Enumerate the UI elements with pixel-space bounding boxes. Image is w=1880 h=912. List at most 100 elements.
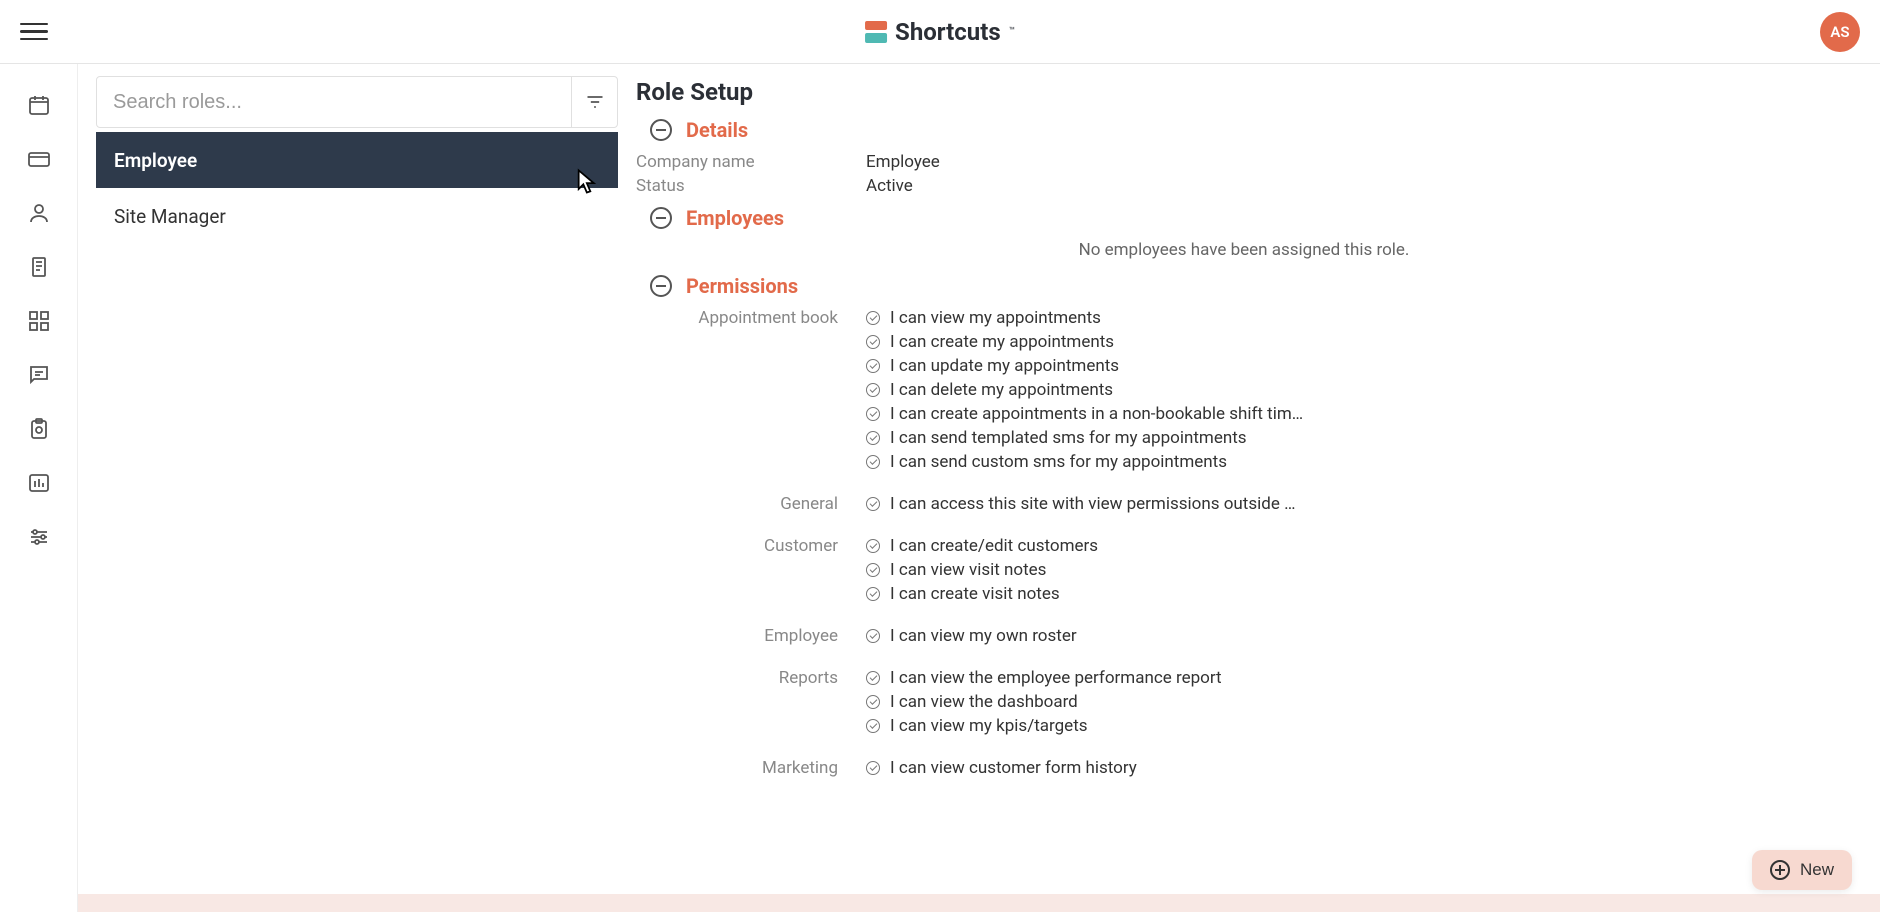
permission-line: I can create/edit customers [866, 536, 1316, 556]
section-title-permissions: Permissions [686, 274, 798, 298]
permission-group-label: Appointment book [636, 308, 866, 476]
permission-line: I can create visit notes [866, 584, 1316, 604]
new-button-label: New [1800, 860, 1834, 880]
permission-line: I can update my appointments [866, 356, 1316, 376]
roles-panel: EmployeeSite Manager [78, 64, 618, 894]
search-wrap [96, 76, 618, 128]
check-icon [866, 335, 880, 349]
permission-group: Appointment book I can view my appointmen… [636, 308, 1852, 476]
permission-group: EmployeeI can view my own roster [636, 626, 1852, 650]
check-icon [866, 761, 880, 775]
permission-group: Marketing I can view customer form histor… [636, 758, 1852, 782]
permission-text: I can send custom sms for my appointment… [890, 452, 1227, 472]
section-title-details: Details [686, 118, 748, 142]
section-permissions-header: Permissions [650, 274, 1852, 298]
employees-empty-msg: No employees have been assigned this rol… [636, 240, 1852, 260]
permission-text: I can view my kpis/targets [890, 716, 1088, 736]
person-icon[interactable] [26, 200, 52, 226]
check-icon [866, 311, 880, 325]
new-button[interactable]: New [1752, 850, 1852, 890]
card-icon[interactable] [26, 146, 52, 172]
field-value: Employee [866, 152, 940, 172]
check-icon [866, 629, 880, 643]
role-item[interactable]: Site Manager [96, 188, 618, 244]
check-icon [866, 563, 880, 577]
collapse-icon[interactable] [650, 207, 672, 229]
role-item[interactable]: Employee [96, 132, 618, 188]
permission-group-label: Reports [636, 668, 866, 740]
field-label: Status [636, 176, 866, 196]
logo: Shortcuts™ [865, 18, 1015, 46]
permission-line: I can view the dashboard [866, 692, 1316, 712]
permission-line: I can create my appointments [866, 332, 1316, 352]
permission-text: I can send templated sms for my appointm… [890, 428, 1247, 448]
avatar[interactable]: AS [1820, 12, 1860, 52]
nav-rail [0, 64, 78, 912]
plus-circle-icon [1770, 860, 1790, 880]
permission-text: I can view customer form history [890, 758, 1137, 778]
permission-line: I can delete my appointments [866, 380, 1316, 400]
check-icon [866, 455, 880, 469]
permission-group-label: Customer [636, 536, 866, 608]
permission-line: I can view my kpis/targets [866, 716, 1316, 736]
detail-panel: Role Setup Details Company nameEmployeeS… [618, 64, 1880, 894]
permission-items: I can view my own roster [866, 626, 1316, 650]
permission-text: I can create visit notes [890, 584, 1060, 604]
section-details-header: Details [650, 118, 1852, 142]
clipboard-icon[interactable] [26, 416, 52, 442]
permission-line: I can access this site with view permiss… [866, 494, 1316, 514]
field-row: StatusActive [636, 176, 1852, 196]
permission-text: I can create/edit customers [890, 536, 1098, 556]
hamburger-menu-icon[interactable] [20, 18, 48, 46]
chat-icon[interactable] [26, 362, 52, 388]
filter-icon[interactable] [571, 77, 617, 127]
chart-icon[interactable] [26, 470, 52, 496]
permission-items: I can view customer form history [866, 758, 1316, 782]
topbar: Shortcuts™ AS [0, 0, 1880, 64]
collapse-icon[interactable] [650, 275, 672, 297]
page-title: Role Setup [636, 78, 1852, 106]
permission-text: I can view the dashboard [890, 692, 1078, 712]
permission-group-label: General [636, 494, 866, 518]
permission-group: General I can access this site with view … [636, 494, 1852, 518]
role-list: EmployeeSite Manager [96, 132, 618, 244]
sliders-icon[interactable] [26, 524, 52, 550]
check-icon [866, 719, 880, 733]
field-value: Active [866, 176, 913, 196]
search-input[interactable] [97, 91, 571, 114]
content-area: EmployeeSite Manager Role Setup Details … [78, 64, 1880, 894]
permission-text: I can create appointments in a non-booka… [890, 404, 1310, 424]
check-icon [866, 407, 880, 421]
logo-text: Shortcuts [895, 18, 1001, 46]
permission-text: I can create my appointments [890, 332, 1114, 352]
check-icon [866, 695, 880, 709]
permission-group: Customer I can create/edit customers I can… [636, 536, 1852, 608]
field-label: Company name [636, 152, 866, 172]
section-title-employees: Employees [686, 206, 784, 230]
permission-text: I can view my appointments [890, 308, 1101, 328]
permission-line: I can view customer form history [866, 758, 1316, 778]
check-icon [866, 383, 880, 397]
check-icon [866, 671, 880, 685]
logo-mark-icon [865, 21, 887, 43]
calendar-icon[interactable] [26, 92, 52, 118]
permission-text: I can access this site with view permiss… [890, 494, 1310, 514]
permission-items: I can view the employee performance repo… [866, 668, 1316, 740]
check-icon [866, 539, 880, 553]
permission-line: I can send custom sms for my appointment… [866, 452, 1316, 472]
collapse-icon[interactable] [650, 119, 672, 141]
permission-group-label: Employee [636, 626, 866, 650]
permission-items: I can access this site with view permiss… [866, 494, 1316, 518]
receipt-icon[interactable] [26, 254, 52, 280]
section-employees-header: Employees [650, 206, 1852, 230]
permission-line: I can view my appointments [866, 308, 1316, 328]
permission-text: I can view the employee performance repo… [890, 668, 1222, 688]
permission-group-label: Marketing [636, 758, 866, 782]
permission-text: I can update my appointments [890, 356, 1119, 376]
permission-text: I can delete my appointments [890, 380, 1113, 400]
field-row: Company nameEmployee [636, 152, 1852, 172]
grid-icon[interactable] [26, 308, 52, 334]
check-icon [866, 359, 880, 373]
check-icon [866, 587, 880, 601]
permission-line: I can create appointments in a non-booka… [866, 404, 1316, 424]
